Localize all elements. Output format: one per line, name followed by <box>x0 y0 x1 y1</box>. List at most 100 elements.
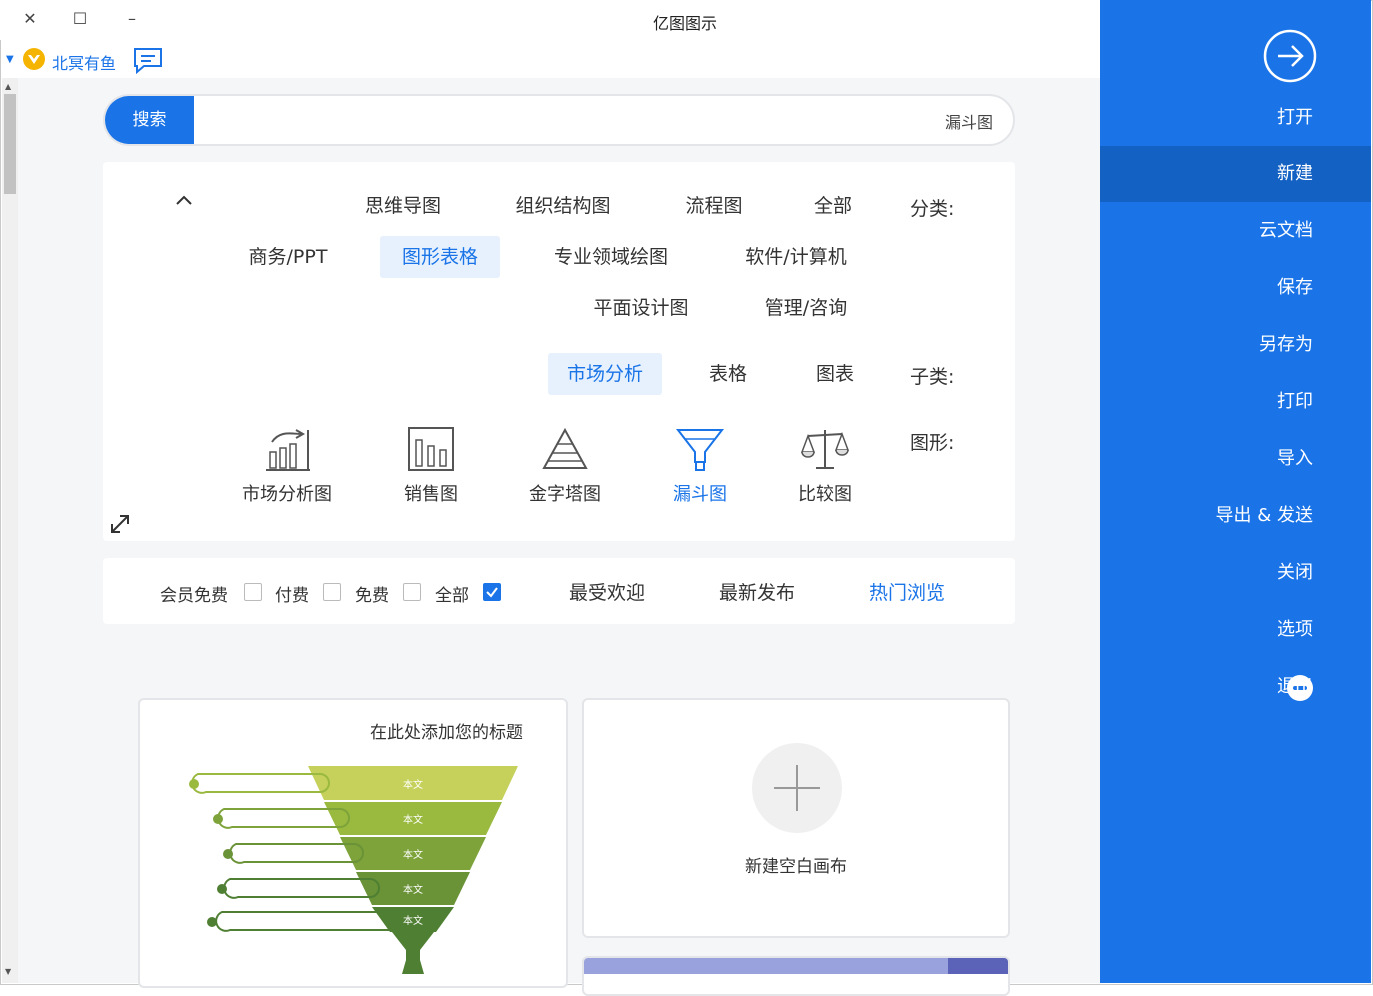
sort-popular[interactable]: 最受欢迎 <box>569 578 645 605</box>
template-card-partial[interactable] <box>582 956 1010 996</box>
category-graphic-table[interactable]: 图形表格 <box>380 236 500 278</box>
funnel-level-3-label: 本文 <box>403 848 423 861</box>
menu-new[interactable]: 新建 <box>1100 146 1371 202</box>
sort-bar: 热门浏览 最新发布 最受欢迎 全部 免费 付费 会员免费 <box>103 558 1015 624</box>
filter-all-label: 全部 <box>435 586 469 606</box>
scroll-up-icon[interactable]: ▲ <box>5 82 11 91</box>
filter-paid-label: 付费 <box>275 586 309 606</box>
menu-open-label: 打开 <box>1277 107 1313 128</box>
shape-market-analysis[interactable]: 市场分析图 <box>232 426 342 526</box>
menu-save[interactable]: 保存 <box>1100 260 1371 316</box>
shape-pyramid-label: 金字塔图 <box>529 484 601 505</box>
backstage-menu: 打开 新建 云文档 保存 另存为 打印 导入 导出 & 发送 关闭 选项 退出 <box>1100 0 1371 983</box>
category-flowchart[interactable]: 流程图 <box>672 185 756 227</box>
shape-market-analysis-label: 市场分析图 <box>242 484 332 505</box>
menu-exit-label: 退出 <box>1277 676 1313 697</box>
funnel-level-2-label: 本文 <box>403 813 423 826</box>
funnel-level-1-label: 本文 <box>403 778 423 791</box>
close-window-icon[interactable]: ✕ <box>18 8 42 30</box>
sort-newest[interactable]: 最新发布 <box>719 578 795 605</box>
menu-options-label: 选项 <box>1277 619 1313 640</box>
menu-save-as[interactable]: 另存为 <box>1100 317 1371 373</box>
vertical-scrollbar[interactable] <box>2 78 18 983</box>
category-org-chart[interactable]: 组织结构图 <box>500 185 626 227</box>
filter-free-label: 免费 <box>355 586 389 606</box>
menu-print-label: 打印 <box>1277 391 1313 412</box>
funnel-template-card[interactable]: 在此处添加您的标题 本文 本文 本文 本文 本文 <box>138 698 568 988</box>
shape-funnel[interactable]: 漏斗图 <box>645 426 755 526</box>
category-software-computer[interactable]: 软件/计算机 <box>728 236 864 278</box>
template-preview-title: 在此处添加您的标题 <box>370 723 523 743</box>
menu-options[interactable]: 选项 <box>1100 602 1371 658</box>
menu-new-label: 新建 <box>1277 163 1313 184</box>
search-bar: 搜索 <box>103 94 1015 146</box>
funnel-icon <box>675 429 725 471</box>
category-business-ppt[interactable]: 商务/PPT <box>232 236 344 278</box>
menu-cloud-docs-label: 云文档 <box>1259 220 1313 241</box>
user-name[interactable]: 北冥有鱼 <box>52 50 116 74</box>
arrow-right-circle-icon[interactable] <box>1262 28 1318 84</box>
app-title: 亿图图示 <box>652 14 717 33</box>
expand-icon[interactable] <box>108 512 132 536</box>
shape-comparison-label: 比较图 <box>798 484 852 505</box>
filter-member-free-label: 会员免费 <box>160 586 228 606</box>
menu-save-label: 保存 <box>1277 277 1313 298</box>
menu-export-send-label: 导出 & 发送 <box>1215 505 1313 526</box>
scroll-thumb[interactable] <box>4 94 16 194</box>
growth-chart-icon <box>266 429 310 471</box>
menu-import[interactable]: 导入 <box>1100 431 1371 487</box>
menu-cloud-docs[interactable]: 云文档 <box>1100 203 1371 259</box>
menu-close-label: 关闭 <box>1277 562 1313 583</box>
menu-open[interactable]: 打开 <box>1100 90 1371 146</box>
filter-member-free-checkbox[interactable] <box>244 583 262 601</box>
funnel-preview-image: 本文 本文 本文 本文 本文 <box>189 766 518 974</box>
sort-hot[interactable]: 热门浏览 <box>869 578 945 605</box>
template-card-tag <box>948 958 1008 974</box>
bar-chart-icon <box>408 427 454 471</box>
scroll-down-icon[interactable]: ▼ <box>5 967 11 976</box>
vip-diamond-icon <box>23 48 45 70</box>
filter-free-checkbox[interactable] <box>403 583 421 601</box>
user-dropdown-caret-icon[interactable]: ▼ <box>6 54 14 65</box>
menu-save-as-label: 另存为 <box>1259 334 1313 355</box>
category-management-consulting[interactable]: 管理/咨询 <box>748 287 864 329</box>
template-card-header <box>584 958 1008 974</box>
filter-paid-checkbox[interactable] <box>323 583 341 601</box>
shape-sales[interactable]: 销售图 <box>376 426 486 526</box>
collapse-up-icon[interactable] <box>173 192 195 208</box>
category-graphic-design[interactable]: 平面设计图 <box>578 287 704 329</box>
funnel-level-4-label: 本文 <box>403 883 423 896</box>
new-blank-canvas-label: 新建空白画布 <box>745 857 847 877</box>
balance-scale-icon <box>800 430 850 469</box>
category-professional-drawing[interactable]: 专业领域绘图 <box>538 236 684 278</box>
category-all[interactable]: 全部 <box>800 185 866 227</box>
plus-icon <box>752 743 842 833</box>
shape-funnel-label: 漏斗图 <box>673 484 727 505</box>
funnel-level-5-label: 本文 <box>403 914 423 927</box>
shape-pyramid[interactable]: 金字塔图 <box>510 426 620 526</box>
minimize-window-icon[interactable]: – <box>120 8 144 30</box>
menu-print[interactable]: 打印 <box>1100 374 1371 430</box>
shape-sales-label: 销售图 <box>404 484 458 505</box>
subcategory-charts[interactable]: 图表 <box>806 353 864 395</box>
search-input[interactable] <box>291 96 995 144</box>
category-mind-map[interactable]: 思维导图 <box>350 185 456 227</box>
menu-import-label: 导入 <box>1277 448 1313 469</box>
pyramid-icon <box>542 427 588 469</box>
check-icon <box>486 587 498 598</box>
subcategory-tables[interactable]: 表格 <box>698 353 758 395</box>
title-bar: ✕ ☐ – 亿图图示 <box>0 0 1100 40</box>
category-label: 分类: <box>910 198 955 220</box>
maximize-window-icon[interactable]: ☐ <box>68 8 92 30</box>
subcategory-market-analysis[interactable]: 市场分析 <box>548 353 662 395</box>
menu-export-send[interactable]: 导出 & 发送 <box>1100 488 1371 544</box>
filter-all-checkbox[interactable] <box>483 583 501 601</box>
menu-close[interactable]: 关闭 <box>1100 545 1371 601</box>
shape-comparison[interactable]: 比较图 <box>770 426 880 526</box>
shape-label: 图形: <box>910 432 955 454</box>
search-button[interactable]: 搜索 <box>105 96 194 144</box>
new-blank-canvas-card[interactable]: 新建空白画布 <box>582 698 1010 938</box>
menu-exit[interactable]: 退出 <box>1100 659 1371 715</box>
subcategory-label: 子类: <box>910 366 955 388</box>
message-icon[interactable] <box>132 46 164 74</box>
